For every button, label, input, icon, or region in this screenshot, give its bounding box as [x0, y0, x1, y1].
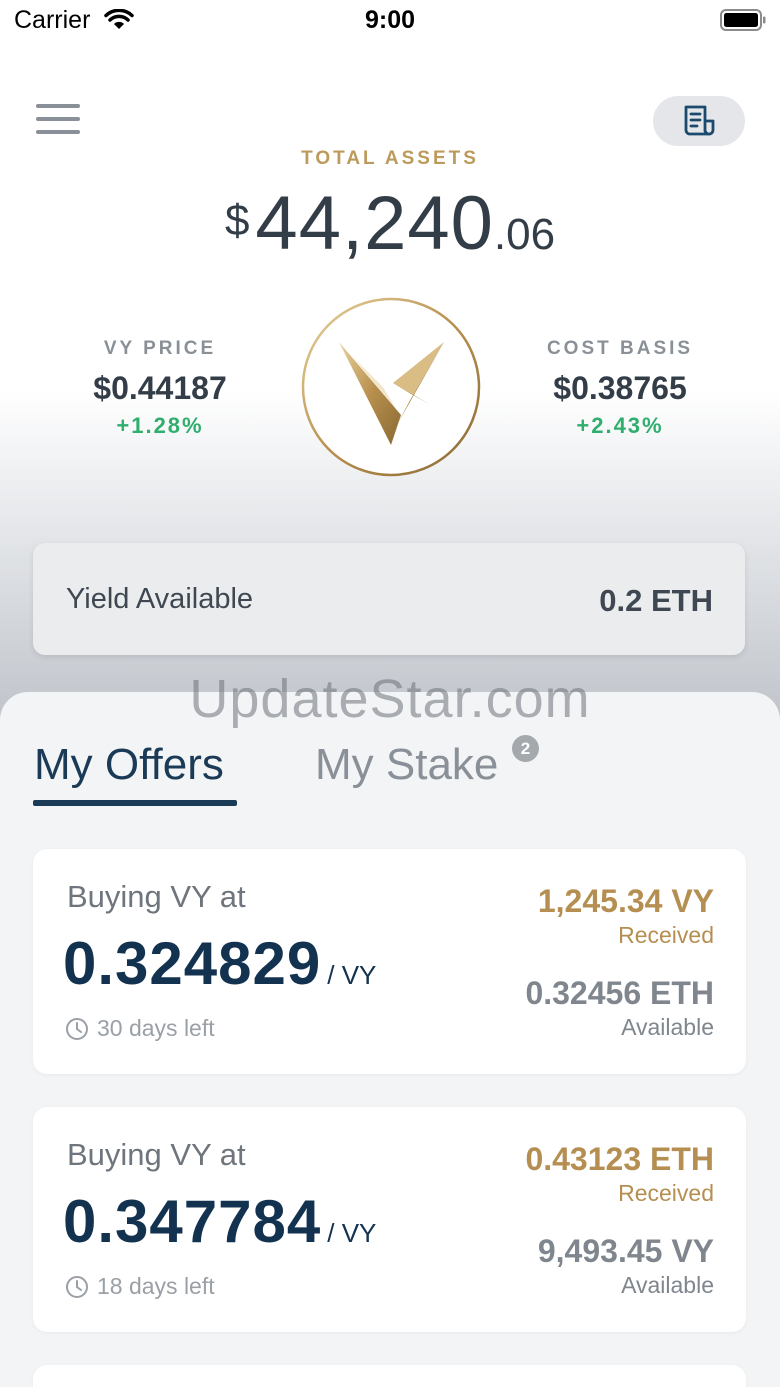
offer-card-partial[interactable]: [33, 1365, 746, 1387]
vy-logo-icon: [301, 297, 481, 477]
active-tab-indicator: [33, 800, 237, 806]
offer-rate-value: 0.324829: [63, 930, 322, 997]
offer-card[interactable]: Buying VY at 0.347784/ VY 18 days left 0…: [33, 1107, 746, 1332]
offer-rate: 0.347784/ VY: [63, 1187, 376, 1256]
offer-title: Buying VY at: [67, 879, 246, 914]
offer-days-left: 30 days left: [65, 1015, 215, 1042]
offer-rate-value: 0.347784: [63, 1188, 322, 1255]
offer-available: 0.32456 ETH Available: [525, 975, 714, 1041]
offer-available-amount: 9,493.45 VY: [537, 1233, 714, 1269]
offer-days-text: 30 days left: [97, 1015, 215, 1041]
offer-received-label: Received: [618, 1180, 714, 1206]
status-bar: Carrier 9:00: [0, 0, 780, 42]
total-assets-amount: $44,240.06: [0, 180, 780, 267]
tab-my-offers[interactable]: My Offers: [34, 740, 224, 790]
total-assets-label: TOTAL ASSETS: [301, 148, 479, 169]
offer-rate-unit: / VY: [327, 960, 377, 990]
offer-available: 9,493.45 VY Available: [538, 1233, 714, 1299]
total-decimal: .06: [493, 210, 556, 259]
cost-basis-value: $0.38765: [553, 370, 687, 406]
stake-count-badge: 2: [512, 735, 539, 762]
offer-available-label: Available: [621, 1272, 714, 1298]
offer-received-amount: 1,245.34 VY: [537, 883, 714, 919]
clock-icon: [66, 1275, 88, 1298]
vy-price-label: VY PRICE: [103, 338, 217, 359]
offer-rate-unit: / VY: [327, 1218, 377, 1248]
cost-basis-block: COST BASIS $0.38765 +2.43%: [500, 338, 740, 439]
watermark: UpdateStar.com: [189, 669, 591, 729]
yield-available-card[interactable]: Yield Available 0.2 ETH: [33, 543, 745, 655]
offer-available-label: Available: [621, 1014, 714, 1040]
offer-card[interactable]: Buying VY at 0.324829/ VY 30 days left 1…: [33, 849, 746, 1074]
total-integer: 44,240: [255, 181, 494, 266]
currency-symbol: $: [224, 196, 250, 245]
vy-price-value: $0.44187: [93, 370, 227, 406]
yield-label: Yield Available: [66, 583, 254, 615]
offer-received-amount: 0.43123 ETH: [525, 1141, 714, 1177]
hamburger-menu-icon[interactable]: [36, 104, 82, 138]
cost-basis-change: +2.43%: [576, 413, 664, 438]
offer-received: 1,245.34 VY Received: [538, 883, 714, 949]
document-icon: [684, 105, 715, 136]
statement-button[interactable]: [653, 96, 745, 146]
yield-value: 0.2 ETH: [599, 583, 713, 618]
offer-received-label: Received: [618, 922, 714, 948]
offer-title: Buying VY at: [67, 1137, 246, 1172]
clock: 9:00: [364, 6, 416, 34]
clock-icon: [66, 1017, 88, 1040]
vy-price-change: +1.28%: [116, 413, 204, 438]
offer-available-amount: 0.32456 ETH: [525, 975, 714, 1011]
offer-received: 0.43123 ETH Received: [525, 1141, 714, 1207]
vy-price-block: VY PRICE $0.44187 +1.28%: [40, 338, 280, 439]
cost-basis-label: COST BASIS: [546, 338, 694, 359]
offer-rate: 0.324829/ VY: [63, 929, 376, 998]
offer-days-text: 18 days left: [97, 1273, 215, 1299]
tab-my-stake[interactable]: My Stake: [315, 740, 498, 790]
battery-icon: [720, 9, 766, 31]
offer-days-left: 18 days left: [65, 1273, 215, 1300]
